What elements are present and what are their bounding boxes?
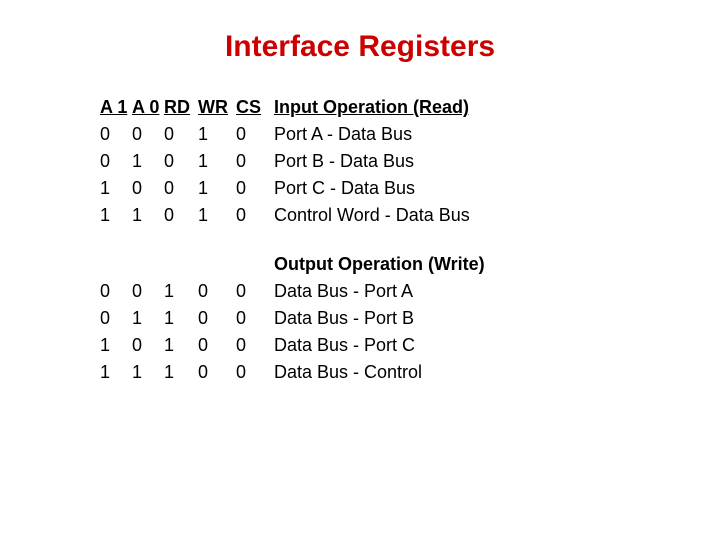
- cell-cs: 0: [236, 175, 274, 202]
- cell-rd: 0: [164, 121, 198, 148]
- cell-rd: 0: [164, 202, 198, 229]
- table-row: 0 0 0 1 0 Port A - Data Bus: [100, 121, 690, 148]
- cell-a0: 1: [132, 305, 164, 332]
- table-row: 1 1 1 0 0 Data Bus - Control: [100, 359, 690, 386]
- cell-a0: 1: [132, 359, 164, 386]
- cell-rd: 0: [164, 148, 198, 175]
- table-row: 1 0 0 1 0 Port C - Data Bus: [100, 175, 690, 202]
- page-title: Interface Registers: [30, 30, 690, 64]
- cell-a0: 1: [132, 148, 164, 175]
- table-row: 0 1 0 1 0 Port B - Data Bus: [100, 148, 690, 175]
- cell-wr: 0: [198, 278, 236, 305]
- col-header-read: Input Operation (Read): [274, 94, 469, 121]
- cell-a0: 0: [132, 175, 164, 202]
- cell-desc: Data Bus - Port A: [274, 278, 413, 305]
- table-header-row: A 1 A 0 RD WR CS Input Operation (Read): [100, 94, 690, 121]
- cell-a1: 0: [100, 121, 132, 148]
- cell-rd: 1: [164, 332, 198, 359]
- cell-rd: 0: [164, 175, 198, 202]
- cell-wr: 1: [198, 121, 236, 148]
- cell-wr: 0: [198, 332, 236, 359]
- cell-a1: 1: [100, 175, 132, 202]
- table-row: 1 0 1 0 0 Data Bus - Port C: [100, 332, 690, 359]
- cell-cs: 0: [236, 202, 274, 229]
- cell-wr: 1: [198, 175, 236, 202]
- cell-wr: 0: [198, 305, 236, 332]
- cell-desc: Port C - Data Bus: [274, 175, 415, 202]
- cell-cs: 0: [236, 121, 274, 148]
- col-header-wr: WR: [198, 94, 236, 121]
- cell-wr: 0: [198, 359, 236, 386]
- cell-wr: 1: [198, 148, 236, 175]
- col-header-rd: RD: [164, 94, 198, 121]
- cell-rd: 1: [164, 359, 198, 386]
- cell-cs: 0: [236, 359, 274, 386]
- cell-desc: Port A - Data Bus: [274, 121, 412, 148]
- section-gap: [100, 229, 690, 251]
- table-row: 0 0 1 0 0 Data Bus - Port A: [100, 278, 690, 305]
- cell-desc: Port B - Data Bus: [274, 148, 414, 175]
- col-header-a0: A 0: [132, 94, 164, 121]
- register-table: A 1 A 0 RD WR CS Input Operation (Read) …: [100, 94, 690, 386]
- cell-a1: 0: [100, 278, 132, 305]
- cell-rd: 1: [164, 278, 198, 305]
- cell-a1: 1: [100, 359, 132, 386]
- cell-desc: Control Word - Data Bus: [274, 202, 470, 229]
- cell-a1: 1: [100, 332, 132, 359]
- col-header-cs: CS: [236, 94, 274, 121]
- cell-cs: 0: [236, 278, 274, 305]
- table-row: 0 1 1 0 0 Data Bus - Port B: [100, 305, 690, 332]
- cell-rd: 1: [164, 305, 198, 332]
- cell-a1: 1: [100, 202, 132, 229]
- cell-a0: 0: [132, 121, 164, 148]
- cell-wr: 1: [198, 202, 236, 229]
- cell-desc: Data Bus - Control: [274, 359, 422, 386]
- cell-a1: 0: [100, 305, 132, 332]
- cell-a0: 0: [132, 332, 164, 359]
- slide: Interface Registers A 1 A 0 RD WR CS Inp…: [0, 0, 720, 406]
- cell-cs: 0: [236, 305, 274, 332]
- col-header-a1: A 1: [100, 94, 132, 121]
- cell-a0: 1: [132, 202, 164, 229]
- cell-a0: 0: [132, 278, 164, 305]
- cell-cs: 0: [236, 148, 274, 175]
- cell-a1: 0: [100, 148, 132, 175]
- cell-cs: 0: [236, 332, 274, 359]
- cell-desc: Data Bus - Port C: [274, 332, 415, 359]
- col-header-write: Output Operation (Write): [274, 251, 485, 278]
- cell-desc: Data Bus - Port B: [274, 305, 414, 332]
- table-row: 1 1 0 1 0 Control Word - Data Bus: [100, 202, 690, 229]
- write-section-header: Output Operation (Write): [100, 251, 690, 278]
